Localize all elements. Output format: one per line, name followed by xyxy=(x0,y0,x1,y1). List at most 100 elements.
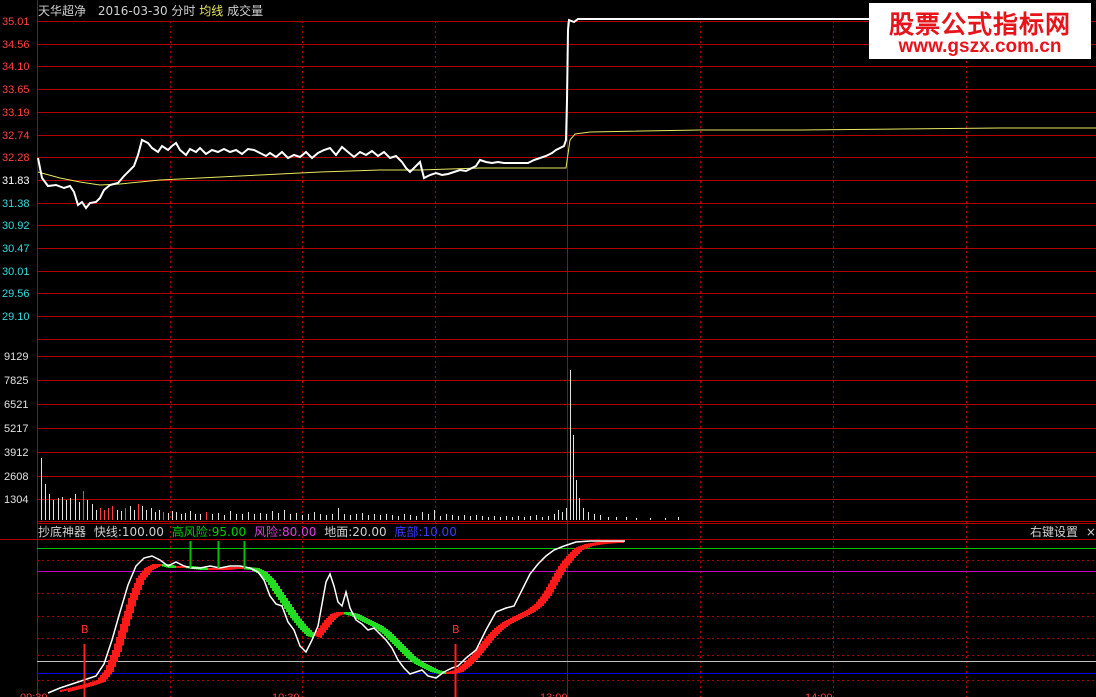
volume-bar xyxy=(476,515,477,520)
band-segment xyxy=(322,622,324,636)
volume-bar xyxy=(380,515,381,520)
band-segment xyxy=(142,570,144,585)
band-segment xyxy=(292,607,294,621)
band-segment xyxy=(102,672,104,683)
band-segment xyxy=(490,632,492,643)
price-tick-label: 33.65 xyxy=(2,84,30,96)
band-segment xyxy=(408,650,410,660)
price-tick-label: 33.19 xyxy=(2,107,30,119)
band-segment xyxy=(268,574,270,585)
chart-canvas[interactable]: 35.01 34.56 34.10 33.65 33.19 32.74 32.28 31.83… xyxy=(0,0,1096,697)
right-click-label[interactable]: 右键设置 xyxy=(1030,525,1078,539)
volume-bar xyxy=(470,516,471,520)
volume-bar xyxy=(518,516,519,520)
band-segment xyxy=(414,656,416,664)
band-segment xyxy=(282,592,284,606)
mode-label[interactable]: 分时 xyxy=(171,4,195,18)
band-segment xyxy=(128,598,130,626)
volume-bar xyxy=(138,504,139,520)
volume-bar xyxy=(248,512,249,520)
high-risk-value: 95.00 xyxy=(211,525,247,539)
volume-bar xyxy=(41,458,42,520)
price-tick-label: 34.10 xyxy=(2,61,30,73)
band-segment xyxy=(426,664,428,670)
band-segment xyxy=(468,658,470,668)
volume-bar xyxy=(392,515,393,520)
band-segment xyxy=(276,583,278,597)
band-segment xyxy=(556,569,558,586)
volume-bar xyxy=(130,506,131,520)
band-segment xyxy=(230,567,232,570)
band-segment xyxy=(304,623,306,634)
band-segment xyxy=(388,630,390,640)
band-segment xyxy=(590,543,592,547)
band-segment xyxy=(356,613,358,619)
right-click-settings[interactable]: 右键设置 × xyxy=(1030,525,1096,539)
band-segment xyxy=(382,626,384,634)
band-segment xyxy=(120,624,122,652)
volume-bar xyxy=(230,511,231,520)
band-segment xyxy=(208,568,210,570)
volume-bar xyxy=(665,518,666,520)
volume-bar xyxy=(542,517,543,520)
band-segment xyxy=(326,618,328,630)
close-icon[interactable]: × xyxy=(1086,525,1096,539)
volume-bar xyxy=(254,514,255,520)
volume-bar xyxy=(576,480,577,520)
volume-bar xyxy=(290,514,291,520)
band-segment xyxy=(294,610,296,623)
volume-bar xyxy=(200,514,201,520)
band-segment xyxy=(234,567,236,570)
volume-bar xyxy=(53,500,54,520)
band-segment xyxy=(578,546,580,554)
band-segment xyxy=(66,688,68,691)
volume-bar xyxy=(434,510,435,520)
volume-bar xyxy=(548,516,549,520)
band-segment xyxy=(130,593,132,620)
band-segment xyxy=(524,611,526,617)
price-tick-label: 30.01 xyxy=(2,266,30,278)
band-segment xyxy=(594,542,596,546)
volume-bar xyxy=(678,517,679,520)
band-segment xyxy=(266,572,268,582)
band-segment xyxy=(336,612,338,618)
band-segment xyxy=(376,623,378,630)
band-segment xyxy=(420,660,422,667)
band-segment xyxy=(78,685,80,690)
band-segment xyxy=(412,654,414,663)
volume-bar xyxy=(398,516,399,520)
band-segment xyxy=(70,687,72,692)
band-segment xyxy=(390,632,392,642)
band-segment xyxy=(308,628,310,637)
price-tick-label: 30.92 xyxy=(2,220,30,232)
price-axis: 35.01 34.56 34.10 33.65 33.19 32.74 32.28 31.83… xyxy=(2,16,30,323)
volume-bar xyxy=(278,513,279,520)
volume-tick-label: 9129 xyxy=(4,351,28,363)
band-segment xyxy=(394,636,396,646)
price-tick-label: 29.56 xyxy=(2,288,30,300)
band-segment xyxy=(396,638,398,648)
volume-bar xyxy=(296,513,297,520)
band-segment xyxy=(470,656,472,666)
band-segment xyxy=(402,644,404,654)
volume-bar xyxy=(579,498,580,520)
volume-bar xyxy=(326,515,327,520)
volume-bar xyxy=(58,498,59,520)
band-segment xyxy=(580,545,582,552)
band-segment xyxy=(370,620,372,626)
band-segment xyxy=(446,672,448,674)
band-segment xyxy=(478,646,480,658)
time-axis: 09:30 10:30 13:00 14:00 xyxy=(20,692,833,697)
band-segment xyxy=(482,641,484,653)
band-segment xyxy=(466,660,468,669)
volume-bar xyxy=(452,515,453,520)
volume-bar xyxy=(608,517,609,520)
volume-bar xyxy=(404,514,405,520)
volume-bar xyxy=(320,514,321,520)
volume-bar xyxy=(159,510,160,520)
indicator-panel: BB xyxy=(37,540,1096,697)
band-segment xyxy=(464,662,466,671)
volume-bar xyxy=(440,516,441,520)
band-segment xyxy=(572,550,574,561)
band-segment xyxy=(510,618,512,624)
